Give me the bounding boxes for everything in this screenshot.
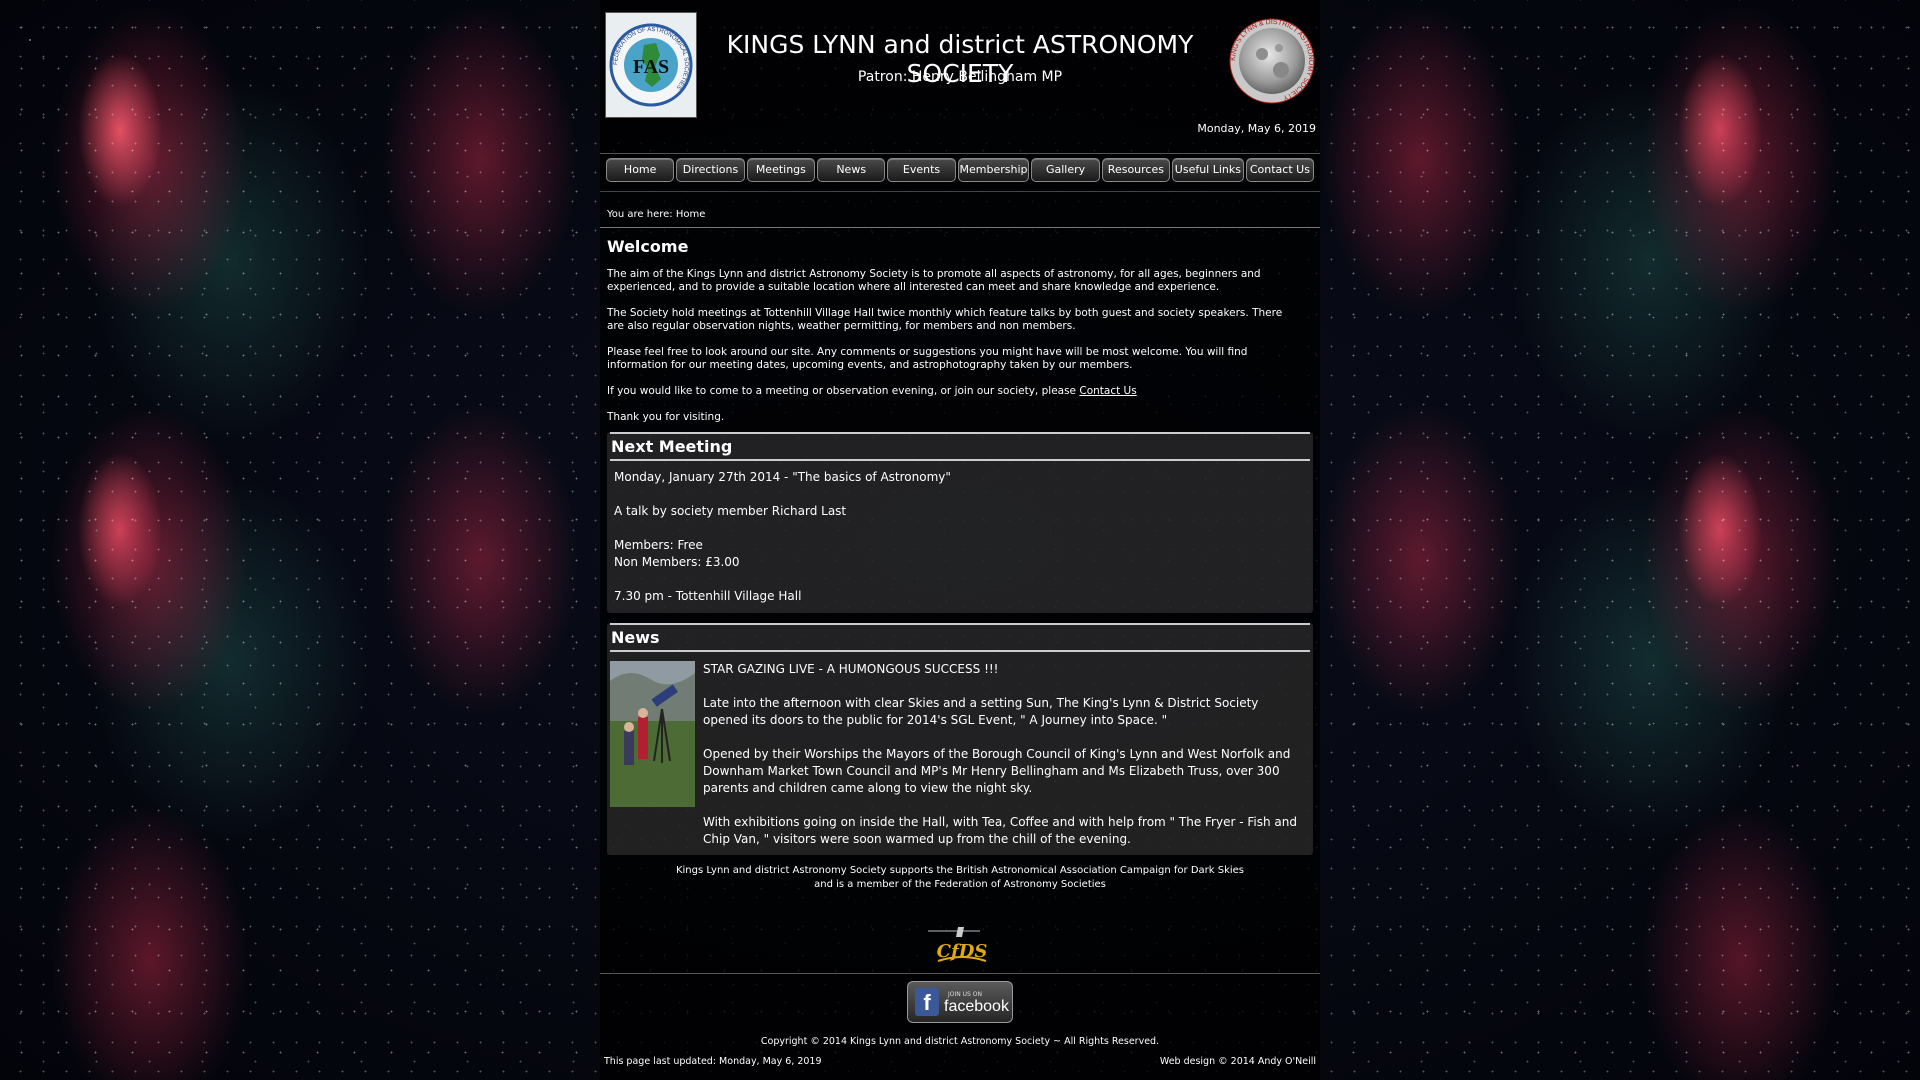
contact-prompt-text: If you would like to come to a meeting o…	[607, 385, 1077, 397]
cfds-emblem-icon: CfDS	[928, 927, 987, 962]
welcome-section: Welcome The aim of the Kings Lynn and di…	[607, 237, 1287, 437]
nav-events[interactable]: Events	[887, 158, 956, 182]
facebook-icon: f	[915, 988, 939, 1016]
meeting-members-price: Members: Free	[614, 538, 703, 552]
facebook-wordmark: facebook	[944, 998, 1009, 1015]
fas-logo[interactable]: FAS FEDERATION OF ASTRONOMICAL SOCIETIES	[605, 12, 697, 118]
facebook-join-label: JOIN US ON	[948, 991, 982, 998]
main-nav: Home Directions Meetings News Events Mem…	[606, 158, 1315, 182]
news-paragraph-2: Opened by their Worships the Mayors of t…	[703, 747, 1291, 795]
nav-home[interactable]: Home	[606, 158, 675, 182]
welcome-heading: Welcome	[607, 237, 689, 256]
breadcrumb-divider	[600, 227, 1320, 228]
breadcrumb: You are here: Home	[607, 209, 706, 220]
header-date: Monday, May 6, 2019	[1197, 122, 1316, 135]
dark-skies-note-line-1: Kings Lynn and district Astronomy Societ…	[675, 865, 1245, 876]
fas-logo-text: FAS	[633, 56, 669, 78]
welcome-paragraph-3: Please feel free to look around our site…	[607, 346, 1248, 371]
moon-emblem-icon: KING'S LYNN & DISTRICT ASTRONOMY SOCIETY	[1229, 18, 1315, 104]
site-header: FAS FEDERATION OF ASTRONOMICAL SOCIETIES…	[600, 0, 1320, 140]
society-moon-logo[interactable]: KING'S LYNN & DISTRICT ASTRONOMY SOCIETY	[1229, 12, 1315, 110]
copyright: Copyright © 2014 Kings Lynn and district…	[760, 1036, 1160, 1047]
last-updated: This page last updated: Monday, May 6, 2…	[604, 1056, 822, 1067]
meeting-non-members-price: Non Members: £3.00	[614, 555, 740, 569]
facebook-join-button[interactable]: f JOIN US ON facebook	[907, 981, 1013, 1023]
web-design-credit: Web design © 2014 Andy O'Neill	[1159, 1056, 1316, 1067]
nav-directions[interactable]: Directions	[676, 158, 745, 182]
telescope-photo-icon	[610, 661, 695, 807]
meeting-date-title: Monday, January 27th 2014 - "The basics …	[614, 470, 951, 484]
news-article: STAR GAZING LIVE - A HUMONGOUS SUCCESS !…	[703, 661, 1303, 865]
news-headline: STAR GAZING LIVE - A HUMONGOUS SUCCESS !…	[703, 662, 999, 676]
welcome-paragraph-2: The Society hold meetings at Tottenhill …	[607, 307, 1283, 332]
next-meeting-body: Monday, January 27th 2014 - "The basics …	[607, 461, 1313, 630]
meeting-talk: A talk by society member Richard Last	[614, 504, 847, 518]
nav-news[interactable]: News	[817, 158, 886, 182]
welcome-paragraph-4: If you would like to come to a meeting o…	[607, 385, 1287, 398]
nav-divider-bottom	[600, 191, 1320, 192]
nav-membership[interactable]: Membership	[957, 158, 1030, 182]
news-paragraph-1: Late into the afternoon with clear Skies…	[703, 696, 1259, 727]
nav-useful-links[interactable]: Useful Links	[1172, 158, 1244, 182]
news-heading: News	[610, 623, 1310, 652]
cfds-logo[interactable]: CfDS	[920, 925, 1000, 965]
nav-resources[interactable]: Resources	[1101, 158, 1171, 182]
nav-gallery[interactable]: Gallery	[1031, 158, 1100, 182]
nav-contact-us[interactable]: Contact Us	[1245, 158, 1315, 182]
welcome-paragraph-1: The aim of the Kings Lynn and district A…	[607, 268, 1261, 293]
meeting-time-place: 7.30 pm - Tottenhill Village Hall	[614, 589, 802, 603]
footer-divider	[600, 973, 1320, 974]
news-paragraph-3: With exhibitions going on inside the Hal…	[703, 815, 1297, 846]
nav-meetings[interactable]: Meetings	[746, 158, 816, 182]
news-photo[interactable]	[610, 661, 695, 807]
welcome-paragraph-5: Thank you for visiting.	[607, 411, 725, 423]
contact-us-link[interactable]: Contact Us	[1079, 385, 1136, 397]
site-patron: Patron: Henry Bellingham MP	[857, 69, 1063, 85]
dark-skies-note-line-2: and is a member of the Federation of Ast…	[814, 879, 1106, 890]
dark-skies-note: Kings Lynn and district Astronomy Societ…	[600, 864, 1320, 892]
fas-emblem-icon: FAS FEDERATION OF ASTRONOMICAL SOCIETIES	[609, 23, 693, 107]
page-container: FAS FEDERATION OF ASTRONOMICAL SOCIETIES…	[600, 0, 1320, 1080]
news-panel: News STAR GAZING LIVE - A HUMONGOUS SUCC…	[607, 623, 1313, 855]
nav-divider-top	[600, 153, 1320, 154]
next-meeting-heading: Next Meeting	[610, 432, 1310, 461]
next-meeting-panel: Next Meeting Monday, January 27th 2014 -…	[607, 432, 1313, 613]
meeting-prices: Members: Free Non Members: £3.00	[614, 537, 1306, 571]
